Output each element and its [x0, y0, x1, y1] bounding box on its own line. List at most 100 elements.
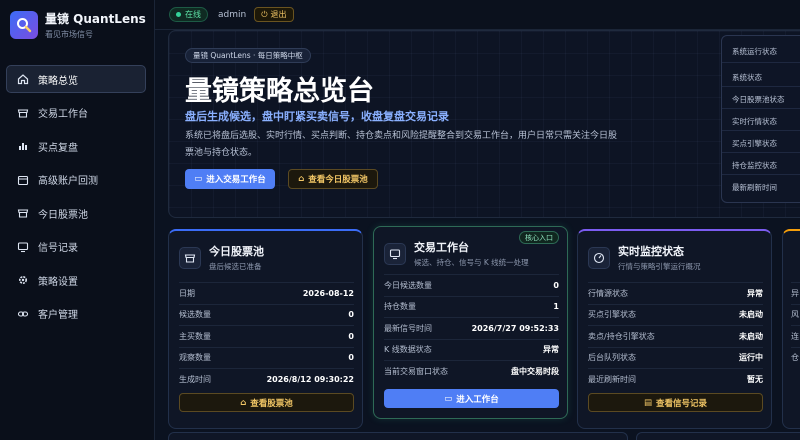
view-signals-button[interactable]: ▤ 查看信号记录 [588, 393, 763, 412]
card-title: 交易工作台 [414, 241, 469, 254]
sidebar-item-trading-desk[interactable]: 交易工作台 [6, 99, 146, 127]
row-value: 2026/8/12 09:30:22 [266, 374, 354, 384]
row-value: 暂无 [747, 374, 763, 384]
card-rows: 今日候选数量 0 持仓数量 1 最新信号时间 2026/7/27 09:52:33 K… [384, 274, 559, 382]
sidebar-item-label: 客户管理 [38, 310, 78, 321]
document-icon: ▤ [643, 397, 652, 408]
button-label: 查看股票池 [250, 398, 293, 409]
shop-icon [16, 206, 30, 220]
brand-name: 量镜 QuantLens [45, 12, 146, 26]
status-item: 实时行情状态 [732, 117, 777, 126]
sidebar-nav: 策略总览 交易工作台 买点复盘 高级账户回测 今日股票池 信号记录 策略设置 客… [6, 65, 146, 333]
view-stock-pool-button[interactable]: ⌂ 查看今日股票池 [288, 169, 378, 189]
row-key: 持仓数量 [384, 302, 416, 312]
shop-icon: ⌂ [298, 174, 305, 184]
table-row: 异 [791, 282, 800, 304]
row-key: 最新信号时间 [384, 323, 432, 333]
risk-card-partial: 异 风 连 仓 [782, 229, 800, 429]
sidebar-item-label: 交易工作台 [38, 109, 88, 120]
card-subtitle: 盘后候选已准备 [209, 262, 262, 271]
table-row: 今日候选数量 0 [384, 274, 559, 296]
table-row: 卖点/持仓引擎状态 未启动 [588, 325, 763, 347]
row-key: 风 [791, 310, 799, 320]
logout-button[interactable]: ⏻ 退出 [254, 7, 294, 22]
row-key: 当前交易窗口状态 [384, 366, 448, 376]
row-key: 行情源状态 [588, 288, 628, 298]
monitor-status-card: 实时监控状态 行情与策略引擎运行概况 行情源状态 异常 买点引擎状态 未启动 卖点/持… [577, 229, 772, 429]
row-key: 生成时间 [179, 374, 211, 384]
calendar-icon [16, 173, 30, 187]
home-icon [16, 72, 30, 86]
row-value: 2026-08-12 [302, 288, 354, 298]
topbar: 在线 admin ⏻ 退出 [155, 0, 800, 30]
logout-label: 退出 [270, 10, 287, 19]
row-value: 2026/7/27 09:52:33 [471, 323, 559, 333]
sidebar-item-buy-review[interactable]: 买点复盘 [6, 132, 146, 160]
shop-icon: ⌂ [240, 397, 247, 408]
view-pool-button[interactable]: ⌂ 查看股票池 [179, 393, 354, 412]
sidebar-item-label: 策略设置 [38, 276, 78, 288]
row-value: 运行中 [739, 353, 763, 363]
online-dot-icon [176, 12, 181, 17]
hero-description: 系统已将盘后选股、实时行情、买点判断、持仓卖点和风险提醒整合到交易工作台，用户日… [185, 131, 618, 158]
stock-pool-card: 今日股票池 盘后候选已准备 日期 2026-08-12 候选数量 0 主买数量 0 观察… [168, 229, 363, 429]
enter-desk-button[interactable]: ▭ 进入工作台 [384, 389, 559, 408]
monitor-icon [384, 242, 406, 265]
table-row: 行情源状态 异常 [588, 282, 763, 304]
table-row: 主买数量 0 [179, 325, 354, 347]
status-panel-title: 系统运行状态 [732, 47, 777, 56]
lower-panel [636, 432, 800, 440]
app-root: 量镜 QuantLens 看见市场信号 策略总览 交易工作台 买点复盘 高级账户… [0, 0, 800, 440]
monitor-icon [16, 240, 30, 254]
sidebar-item-signals[interactable]: 信号记录 [6, 233, 146, 261]
hero-chip: 量镜 QuantLens · 每日策略中枢 [185, 48, 311, 63]
status-item: 最新刷新时间 [732, 183, 777, 192]
gear-icon [16, 273, 30, 287]
row-value: 1 [553, 302, 559, 312]
card-subtitle: 候选、持仓、信号与 K 线统一处理 [414, 258, 529, 267]
row-key: 连 [791, 331, 799, 341]
online-status-badge: 在线 [169, 7, 208, 22]
card-rows: 行情源状态 异常 买点引擎状态 未启动 卖点/持仓引擎状态 未启动 后台队列状态 运行中… [588, 282, 763, 390]
table-row: 持仓数量 1 [384, 295, 559, 318]
sidebar: 量镜 QuantLens 看见市场信号 策略总览 交易工作台 买点复盘 高级账户… [0, 0, 155, 440]
row-value: 未启动 [739, 331, 763, 341]
table-row: 当前交易窗口状态 盘中交易时段 [384, 360, 559, 382]
sidebar-item-clients[interactable]: 客户管理 [6, 300, 146, 328]
online-status-text: 在线 [185, 10, 201, 19]
sidebar-item-label: 高级账户回测 [38, 176, 98, 187]
button-label: 查看信号记录 [656, 398, 708, 409]
logo-magnifier-icon [10, 11, 38, 39]
username: admin [218, 9, 247, 20]
table-row: 日期 2026-08-12 [179, 282, 354, 304]
monitor-icon: ▭ [444, 393, 453, 404]
sidebar-item-label: 策略总览 [38, 75, 78, 87]
row-key: 后台队列状态 [588, 353, 636, 363]
row-key: 买点引擎状态 [588, 310, 636, 320]
shop-icon [179, 246, 201, 269]
table-row: 连 [791, 325, 800, 347]
card-rows: 异 风 连 仓 [791, 282, 800, 368]
row-key: 仓 [791, 353, 799, 363]
row-value: 异常 [543, 345, 559, 355]
row-value: 0 [348, 331, 354, 341]
sidebar-item-backtest[interactable]: 高级账户回测 [6, 166, 146, 194]
link-icon [16, 307, 30, 321]
sidebar-item-stock-pool[interactable]: 今日股票池 [6, 199, 146, 227]
card-rows: 日期 2026-08-12 候选数量 0 主买数量 0 观察数量 0 生成时间 2026/… [179, 282, 354, 390]
sidebar-item-overview[interactable]: 策略总览 [6, 65, 146, 93]
gauge-icon [588, 246, 610, 269]
row-key: 主买数量 [179, 331, 211, 341]
store-icon [16, 106, 30, 120]
sidebar-item-settings[interactable]: 策略设置 [6, 266, 146, 294]
row-key: 卖点/持仓引擎状态 [588, 331, 655, 341]
status-item: 持仓监控状态 [732, 161, 777, 170]
enter-trading-desk-button[interactable]: ▭ 进入交易工作台 [185, 169, 275, 189]
table-row: 最新信号时间 2026/7/27 09:52:33 [384, 317, 559, 339]
table-row: 仓 [791, 346, 800, 369]
row-value: 异常 [747, 288, 763, 298]
table-row: 买点引擎状态 未启动 [588, 303, 763, 326]
card-subtitle: 行情与策略引擎运行概况 [618, 262, 701, 271]
trading-desk-card: 核心入口 交易工作台 候选、持仓、信号与 K 线统一处理 今日候选数量 0 持仓数量… [373, 226, 568, 419]
row-key: 日期 [179, 288, 195, 298]
